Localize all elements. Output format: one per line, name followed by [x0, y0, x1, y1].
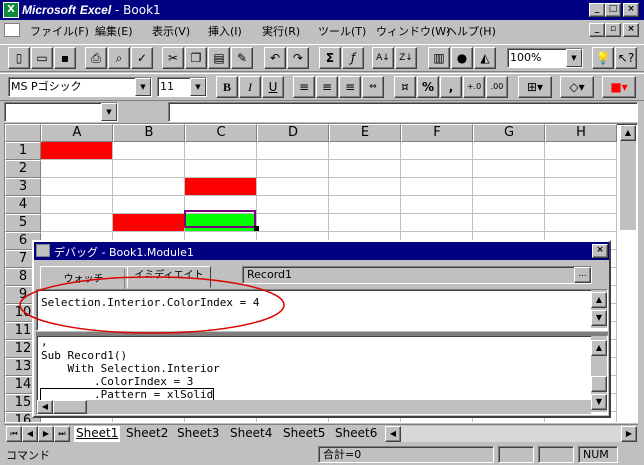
sheet-tab-2[interactable]: Sheet2 [126, 426, 168, 442]
sheet-tab-bar: ⏮ ◀ ▶ ⏭ Sheet1 Sheet2 Sheet3 Sheet4 Shee… [4, 424, 638, 443]
status-panel [498, 446, 534, 463]
horizontal-scrollbar[interactable] [401, 426, 621, 442]
next-sheet-icon[interactable]: ▶ [38, 426, 54, 442]
sheet-tab-3[interactable]: Sheet3 [177, 426, 219, 442]
sheet-tab-4[interactable]: Sheet4 [230, 426, 272, 442]
sheet-tab-5[interactable]: Sheet5 [283, 426, 325, 442]
status-num: NUM [578, 446, 618, 463]
status-sum: 合計=0 [318, 446, 494, 463]
hscroll-right-icon[interactable]: ▶ [621, 426, 637, 442]
last-sheet-icon[interactable]: ⏭ [54, 426, 70, 442]
annotation-overlay [19, 276, 285, 334]
status-bar: コマンド 合計=0 NUM [0, 444, 644, 465]
sheet-tab-1[interactable]: Sheet1 [74, 426, 121, 442]
prev-sheet-icon[interactable]: ◀ [22, 426, 38, 442]
status-mode: コマンド [6, 449, 50, 462]
red-annotation-ellipse [19, 276, 285, 334]
first-sheet-icon[interactable]: ⏮ [6, 426, 22, 442]
sheet-tab-6[interactable]: Sheet6 [335, 426, 377, 442]
status-panel [538, 446, 574, 463]
hscroll-left-icon[interactable]: ◀ [385, 426, 401, 442]
